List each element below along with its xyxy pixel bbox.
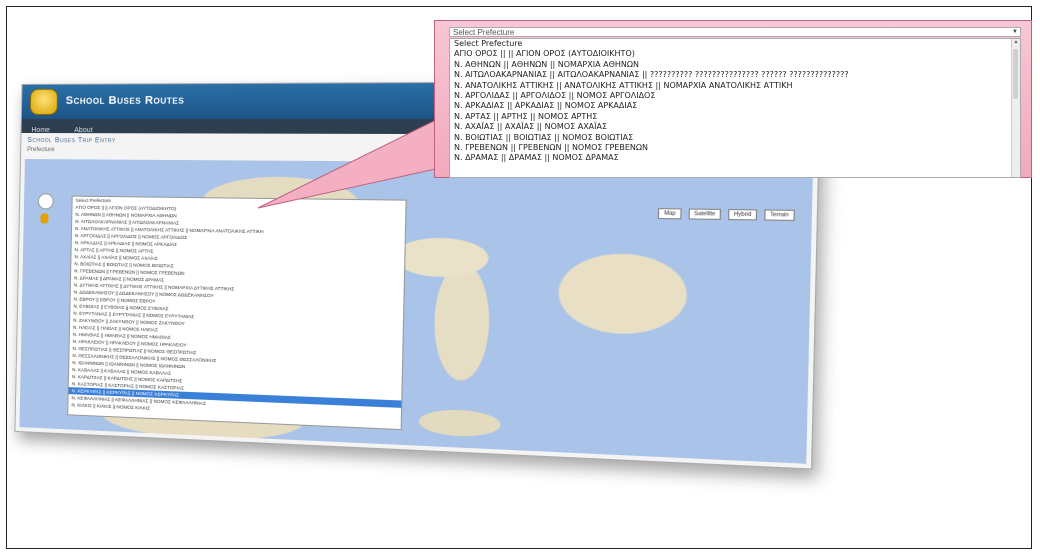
prefecture-option[interactable]: Ν. ΑΡΚΑΔΙΑΣ || ΑΡΚΑΔΙΑΣ || ΝΟΜΟΣ ΑΡΚΑΔΙΑ… [450, 101, 1020, 111]
prefecture-option[interactable]: Select Prefecture [450, 39, 1020, 49]
prefecture-option[interactable]: Ν. ΒΟΙΩΤΙΑΣ || ΒΟΙΩΤΙΑΣ || ΝΟΜΟΣ ΒΟΙΩΤΙΑ… [450, 133, 1020, 143]
prefecture-option[interactable]: Ν. ΑΘΗΝΩΝ || ΑΘΗΝΩΝ || ΝΟΜΑΡΧΙΑ ΑΘΗΝΩΝ [450, 60, 1020, 70]
prefecture-option[interactable]: ΑΓΙΟ ΟΡΟΣ || || ΑΓΙΟΝ ΟΡΟΣ (ΑΥΤΟΔΙΟΙΚΗΤΟ… [450, 49, 1020, 59]
prefecture-option[interactable]: Ν. ΔΡΑΜΑΣ || ΔΡΑΜΑΣ || ΝΟΜΟΣ ΔΡΑΜΑΣ [450, 153, 1020, 163]
prefecture-option[interactable]: Ν. ΑΡΤΑΣ || ΑΡΤΗΣ || ΝΟΜΟΣ ΑΡΤΗΣ [450, 112, 1020, 122]
zoomed-dropdown-callout: Select Prefecture ▼ ▲ Select Prefecture Α… [434, 20, 1032, 178]
scroll-up-icon[interactable]: ▲ [1012, 39, 1020, 47]
prefecture-option[interactable]: Ν. ΑΙΤΩΛΟΑΚΑΡΝΑΝΙΑΣ || ΑΙΤΩΛΟΑΚΑΡΝΑΝΙΑΣ … [450, 70, 1020, 80]
scrollbar-thumb[interactable] [1013, 49, 1018, 99]
dropdown-arrow-icon[interactable]: ▼ [1010, 28, 1020, 36]
options-scrollbar[interactable]: ▲ [1011, 39, 1020, 177]
prefecture-option[interactable]: Ν. ΑΡΓΟΛΙΔΑΣ || ΑΡΓΟΛΙΔΟΣ || ΝΟΜΟΣ ΑΡΓΟΛ… [450, 91, 1020, 101]
prefecture-option[interactable]: Ν. ΑΝΑΤΟΛΙΚΗΣ ΑΤΤΙΚΗΣ || ΑΝΑΤΟΛΙΚΗΣ ΑΤΤΙ… [450, 81, 1020, 91]
prefecture-select[interactable]: Select Prefecture ▼ [449, 27, 1021, 37]
prefecture-options-list[interactable]: ▲ Select Prefecture ΑΓΙΟ ΟΡΟΣ || || ΑΓΙΟΝ… [449, 38, 1021, 178]
prefecture-option[interactable]: Ν. ΑΧΑΪΑΣ || ΑΧΑΪΑΣ || ΝΟΜΟΣ ΑΧΑΪΑΣ [450, 122, 1020, 132]
prefecture-option[interactable]: Ν. ΓΡΕΒΕΝΩΝ || ΓΡΕΒΕΝΩΝ || ΝΟΜΟΣ ΓΡΕΒΕΝΩ… [450, 143, 1020, 153]
prefecture-select-value: Select Prefecture [453, 28, 514, 37]
